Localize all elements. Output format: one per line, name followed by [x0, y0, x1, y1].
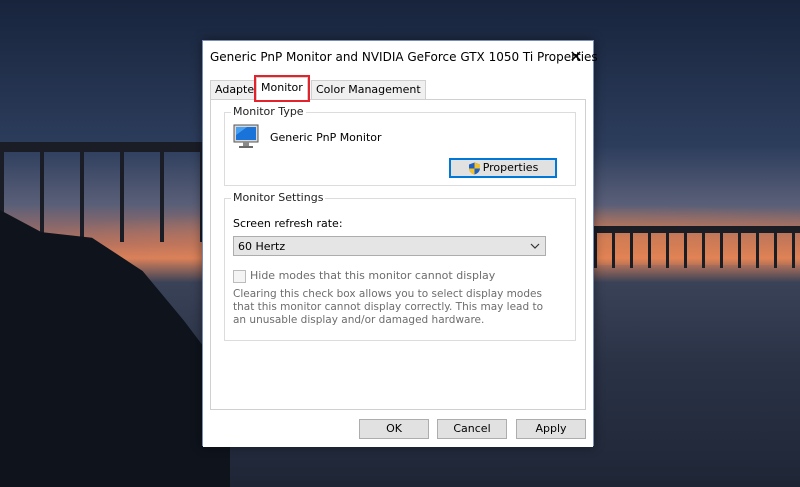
monitor-settings-label: Monitor Settings	[231, 191, 326, 204]
close-button[interactable]: ✕	[559, 41, 593, 71]
window-title: Generic PnP Monitor and NVIDIA GeForce G…	[210, 50, 598, 64]
properties-dialog: Generic PnP Monitor and NVIDIA GeForce G…	[202, 40, 598, 447]
hide-modes-checkbox[interactable]	[233, 270, 246, 283]
pier-right-posts	[594, 233, 800, 268]
uac-shield-icon	[468, 162, 480, 174]
tab-monitor[interactable]: Monitor	[254, 75, 310, 102]
dialog-footer: OK Cancel Apply	[203, 412, 593, 447]
cancel-button[interactable]: Cancel	[437, 419, 507, 439]
apply-button[interactable]: Apply	[516, 419, 586, 439]
tab-color-management[interactable]: Color Management	[311, 80, 426, 99]
pier-left-deck	[0, 142, 210, 152]
refresh-rate-label: Screen refresh rate:	[233, 217, 343, 230]
hide-modes-description: Clearing this check box allows you to se…	[233, 288, 544, 326]
hide-modes-label: Hide modes that this monitor cannot disp…	[250, 269, 496, 282]
refresh-rate-value: 60 Hertz	[238, 240, 286, 253]
monitor-properties-button[interactable]: Properties	[449, 158, 557, 178]
tab-panel-monitor: Monitor Type Generic PnP Monitor Propert…	[210, 99, 586, 410]
title-bar[interactable]: Generic PnP Monitor and NVIDIA GeForce G…	[203, 41, 598, 71]
ok-button[interactable]: OK	[359, 419, 429, 439]
monitor-type-label: Monitor Type	[231, 105, 306, 118]
chevron-down-icon	[530, 243, 540, 249]
refresh-rate-select[interactable]: 60 Hertz	[233, 236, 546, 256]
monitor-settings-group: Monitor Settings Screen refresh rate: 60…	[224, 191, 576, 341]
pier-right-deck	[594, 226, 800, 233]
monitor-properties-label: Properties	[482, 161, 539, 174]
monitor-type-group: Monitor Type Generic PnP Monitor Propert…	[224, 105, 576, 186]
monitor-name: Generic PnP Monitor	[270, 131, 382, 144]
close-icon: ✕	[569, 46, 583, 66]
monitor-icon	[233, 124, 259, 148]
